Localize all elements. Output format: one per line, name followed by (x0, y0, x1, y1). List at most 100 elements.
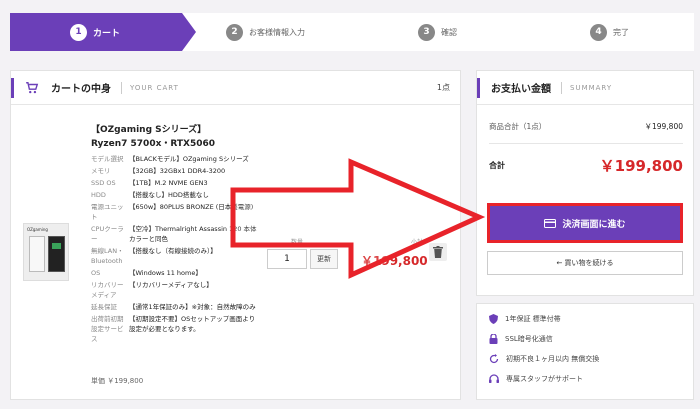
spec-value: 【初期設定不要】OSセットアップ画面より設定が必要となります。 (129, 315, 256, 333)
cart-panel: カートの中身 YOUR CART 1点 OZgaming 【OZgaming S… (10, 70, 461, 400)
line-total: ￥199,800 (361, 254, 428, 268)
spec-value: 【通常1年保証のみ】※対象：自然故障のみ (129, 303, 256, 311)
step-label: 完了 (613, 27, 629, 37)
black-case (48, 236, 65, 272)
product-image[interactable]: OZgaming (23, 223, 69, 281)
total-value: ￥199,800 (599, 157, 683, 175)
spec-value: 【32GB】32GBx1 DDR4-3200 (129, 167, 226, 175)
spec-label: 無線LAN・Bluetooth (91, 247, 124, 265)
continue-shopping-button[interactable]: ← 買い物を続ける (487, 251, 683, 275)
cart-icon (26, 81, 39, 93)
unit-price: 単価 ￥199,800 (91, 377, 144, 385)
divider (489, 143, 683, 144)
divider (121, 81, 122, 94)
step-complete: 4 完了 (590, 13, 629, 51)
cart-title: カートの中身 (51, 84, 111, 95)
cart-subtitle: YOUR CART (130, 83, 179, 92)
spec-value: 【1TB】M.2 NVME GEN3 (129, 179, 208, 187)
step-label: 確認 (441, 27, 457, 37)
divider (561, 81, 562, 94)
refresh-icon (489, 354, 499, 364)
spec-row: HDD 【搭載なし】HDD搭載なし (91, 190, 261, 200)
checkout-button[interactable]: 決済画面に進む (487, 203, 683, 243)
spec-row: 電源ユニット 【650w】80PLUS BRONZE (日本製電源) (91, 202, 261, 222)
spec-value: 【リカバリーメディアなし】 (129, 281, 213, 289)
guarantee-item: 初期不良１ヶ月以内 無償交換 (489, 354, 599, 364)
cart-count: 1点 (436, 83, 450, 92)
trash-icon (433, 246, 443, 258)
total-label: 合計 (489, 161, 505, 170)
subtotal-label: 商品合計（1点） (489, 122, 547, 131)
guarantee-item: SSL暗号化通信 (489, 334, 553, 344)
quantity-caption: 数量 (291, 239, 304, 246)
headset-icon (489, 374, 499, 383)
spec-value: 【BLACKモデル】OZgaming Sシリーズ (129, 155, 249, 163)
remove-item-button[interactable] (429, 243, 447, 261)
spec-value: 【搭載なし（有線接続のみ）】 (129, 247, 217, 255)
step-number: 2 (226, 23, 243, 41)
product-image-logo: OZgaming (27, 227, 48, 232)
guarantee-item: 1年保証 標準付帯 (489, 314, 561, 324)
guarantee-panel: 1年保証 標準付帯 SSL暗号化通信 初期不良１ヶ月以内 無償交換 専属スタッフ… (476, 303, 694, 400)
guarantee-item: 専属スタッフがサポート (489, 374, 583, 384)
guarantee-text: 初期不良１ヶ月以内 無償交換 (506, 355, 600, 363)
step-confirm: 3 確認 (418, 13, 457, 51)
guarantee-text: SSL暗号化通信 (505, 335, 553, 343)
spec-row: モデル選択 【BLACKモデル】OZgaming Sシリーズ (91, 154, 261, 164)
spec-value: 【Windows 11 home】 (129, 269, 202, 277)
spec-label: メモリ (91, 167, 111, 175)
step-label: お客様情報入力 (249, 27, 305, 37)
checkout-stepper: 1 カート 2 お客様情報入力 3 確認 4 完了 (10, 13, 694, 51)
subtotal-value: ￥199,800 (644, 122, 683, 131)
white-case (29, 236, 45, 272)
spec-row: SSD OS 【1TB】M.2 NVME GEN3 (91, 178, 261, 188)
spec-value: 【空冷】Thermalright Assassin 120 本体カラーと同色 (129, 225, 257, 243)
spec-label: リカバリーメディア (91, 281, 124, 299)
spec-row: OS 【Windows 11 home】 (91, 268, 261, 278)
spec-row: 出荷前初期設定サービス 【初期設定不要】OSセットアップ画面より設定が必要となりま… (91, 314, 261, 344)
spec-row: メモリ 【32GB】32GBx1 DDR4-3200 (91, 166, 261, 176)
checkout-label: 決済画面に進む (562, 219, 626, 230)
spec-label: SSD OS (91, 179, 116, 187)
summary-title: お支払い金額 (491, 84, 551, 95)
guarantee-text: 1年保証 標準付帯 (505, 315, 561, 323)
spec-label: 電源ユニット (91, 203, 124, 221)
spec-row: 延長保証 【通常1年保証のみ】※対象：自然故障のみ (91, 302, 261, 312)
spec-label: 延長保証 (91, 303, 117, 311)
step-customer-info: 2 お客様情報入力 (226, 13, 305, 51)
spec-label: 出荷前初期設定サービス (91, 315, 124, 343)
spec-label: モデル選択 (91, 155, 124, 163)
spec-list: モデル選択 【BLACKモデル】OZgaming Sシリーズ メモリ 【32GB】3… (91, 154, 261, 346)
spec-value: 【搭載なし】HDD搭載なし (129, 191, 209, 199)
spec-value: 【650w】80PLUS BRONZE (日本製電源) (129, 203, 254, 211)
shield-icon (489, 314, 498, 324)
spec-row: 無線LAN・Bluetooth 【搭載なし（有線接続のみ）】 (91, 246, 261, 266)
step-number: 4 (590, 23, 607, 41)
spec-row: リカバリーメディア 【リカバリーメディアなし】 (91, 280, 261, 300)
product-name[interactable]: 【OZgaming Sシリーズ】 Ryzen7 5700x・RTX5060 (91, 123, 215, 151)
total-row: 合計 ￥199,800 (489, 155, 683, 176)
step-number: 1 (70, 23, 87, 41)
summary-panel: お支払い金額 SUMMARY 商品合計（1点） ￥199,800 合計 ￥199… (476, 70, 694, 296)
summary-header: お支払い金額 SUMMARY (477, 71, 693, 105)
accent-bar (11, 78, 14, 98)
summary-subtitle: SUMMARY (570, 83, 613, 92)
spec-label: CPUクーラー (91, 225, 124, 243)
spec-label: HDD (91, 191, 106, 199)
quantity-input[interactable]: 1 (267, 249, 307, 269)
step-number: 3 (418, 23, 435, 41)
spec-row: CPUクーラー 【空冷】Thermalright Assassin 120 本体カ… (91, 224, 261, 244)
lock-icon (489, 334, 498, 344)
spec-label: OS (91, 269, 101, 277)
accent-bar (477, 78, 480, 98)
subtotal-caption: 小計 (411, 239, 424, 246)
subtotal-row: 商品合計（1点） ￥199,800 (489, 121, 683, 132)
product-name-line2: Ryzen7 5700x・RTX5060 (91, 139, 216, 149)
step-cart: 1 カート (10, 13, 196, 51)
product-name-line1: 【OZgaming Sシリーズ】 (91, 125, 207, 135)
update-button[interactable]: 更新 (310, 249, 338, 269)
cart-header: カートの中身 YOUR CART 1点 (11, 71, 460, 105)
guarantee-text: 専属スタッフがサポート (506, 375, 583, 383)
step-label: カート (93, 28, 121, 39)
credit-card-icon (544, 218, 557, 228)
